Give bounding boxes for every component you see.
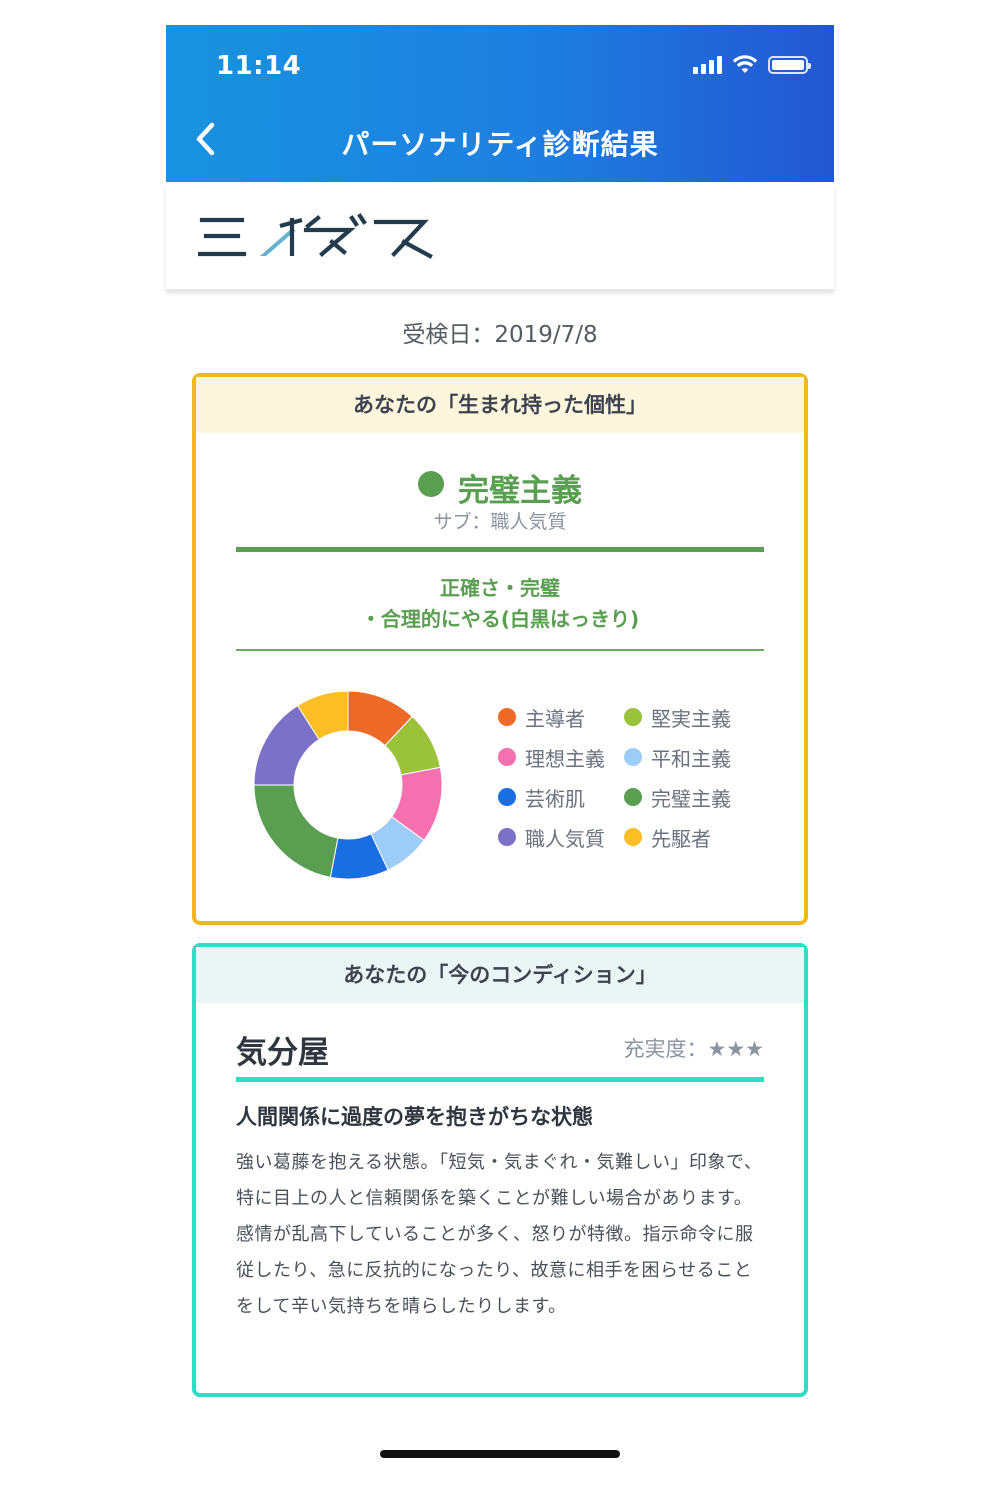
legend-label: 芸術肌 xyxy=(525,786,585,811)
status-time: 11:14 xyxy=(216,51,302,81)
legend-item: 理想主義 xyxy=(498,745,624,771)
condition-card-heading: あなたの「今のコンディション」 xyxy=(196,947,804,1003)
sub-type-label: サブ：職人気質 xyxy=(433,511,567,533)
innate-personality-card: あなたの「生まれ持った個性」 完璧主義 サブ：職人気質 正確さ・完璧 ・合理的に… xyxy=(192,373,808,925)
divider xyxy=(236,1077,764,1082)
exam-date: 受検日：2019/7/8 xyxy=(402,322,598,348)
legend-label: 主導者 xyxy=(525,706,585,731)
condition-rating: 充実度：★★★ xyxy=(623,1037,764,1061)
legend-swatch xyxy=(498,708,516,726)
battery-icon xyxy=(768,56,811,74)
legend-label: 先駆者 xyxy=(651,826,711,851)
legend-swatch xyxy=(498,748,516,766)
legend-swatch xyxy=(624,708,642,726)
condition-headline: 人間関係に過度の夢を抱きがちな状態 xyxy=(236,1105,593,1129)
innate-card-heading: あなたの「生まれ持った個性」 xyxy=(196,377,804,433)
legend-item: 堅実主義 xyxy=(624,705,750,731)
phone-screen: 11:14 パーソナリティ診断結果 受検日：2019/7/8 あなたの「生まれ持… xyxy=(166,25,834,1475)
divider xyxy=(236,547,764,552)
legend-label: 完璧主義 xyxy=(651,786,731,811)
legend-swatch xyxy=(624,748,642,766)
divider xyxy=(236,649,764,651)
legend-label: 理想主義 xyxy=(525,746,605,771)
description-line-1: 正確さ・完璧 xyxy=(440,576,560,600)
legend-swatch xyxy=(624,828,642,846)
legend-item: 平和主義 xyxy=(624,745,750,771)
cellular-signal-icon xyxy=(693,56,722,74)
main-type-name: 完璧主義 xyxy=(458,473,582,509)
home-indicator xyxy=(380,1450,620,1458)
personality-donut-chart xyxy=(253,690,443,880)
type-color-dot xyxy=(418,470,444,497)
wifi-icon xyxy=(732,55,758,73)
condition-title: 気分屋 xyxy=(236,1035,329,1071)
main-type-row: 完璧主義 xyxy=(196,465,804,510)
type-description: 正確さ・完璧 ・合理的にやる(白黒はっきり) xyxy=(196,573,804,635)
app-bar: 11:14 パーソナリティ診断結果 xyxy=(166,25,834,182)
legend-label: 平和主義 xyxy=(651,746,731,771)
legend-item: 芸術肌 xyxy=(498,785,624,811)
legend-item: 完璧主義 xyxy=(624,785,750,811)
brand-bar xyxy=(166,182,834,290)
current-condition-card: あなたの「今のコンディション」 気分屋 充実度：★★★ 人間関係に過度の夢を抱き… xyxy=(192,943,808,1397)
status-icons xyxy=(693,55,811,75)
description-line-2: ・合理的にやる(白黒はっきり) xyxy=(360,607,640,631)
page-title: パーソナリティ診断結果 xyxy=(341,128,659,161)
legend-item: 先駆者 xyxy=(624,825,750,851)
legend-swatch xyxy=(498,788,516,806)
condition-description: 強い葛藤を抱える状態。「短気・気まぐれ・気難しい」印象で、 特に目上の人と信頼関… xyxy=(236,1152,763,1317)
legend-item: 職人気質 xyxy=(498,825,624,851)
donut-slice-6 xyxy=(253,784,339,878)
legend-label: 職人気質 xyxy=(525,826,605,851)
legend-swatch xyxy=(498,828,516,846)
legend-item: 主導者 xyxy=(498,705,624,731)
legend-label: 堅実主義 xyxy=(651,706,731,731)
chart-legend: 主導者 堅実主義理想主義 平和主義芸術肌 完璧主義職人気質 先駆者 xyxy=(498,705,750,851)
legend-swatch xyxy=(624,788,642,806)
mitsudasu-logo xyxy=(198,213,433,259)
